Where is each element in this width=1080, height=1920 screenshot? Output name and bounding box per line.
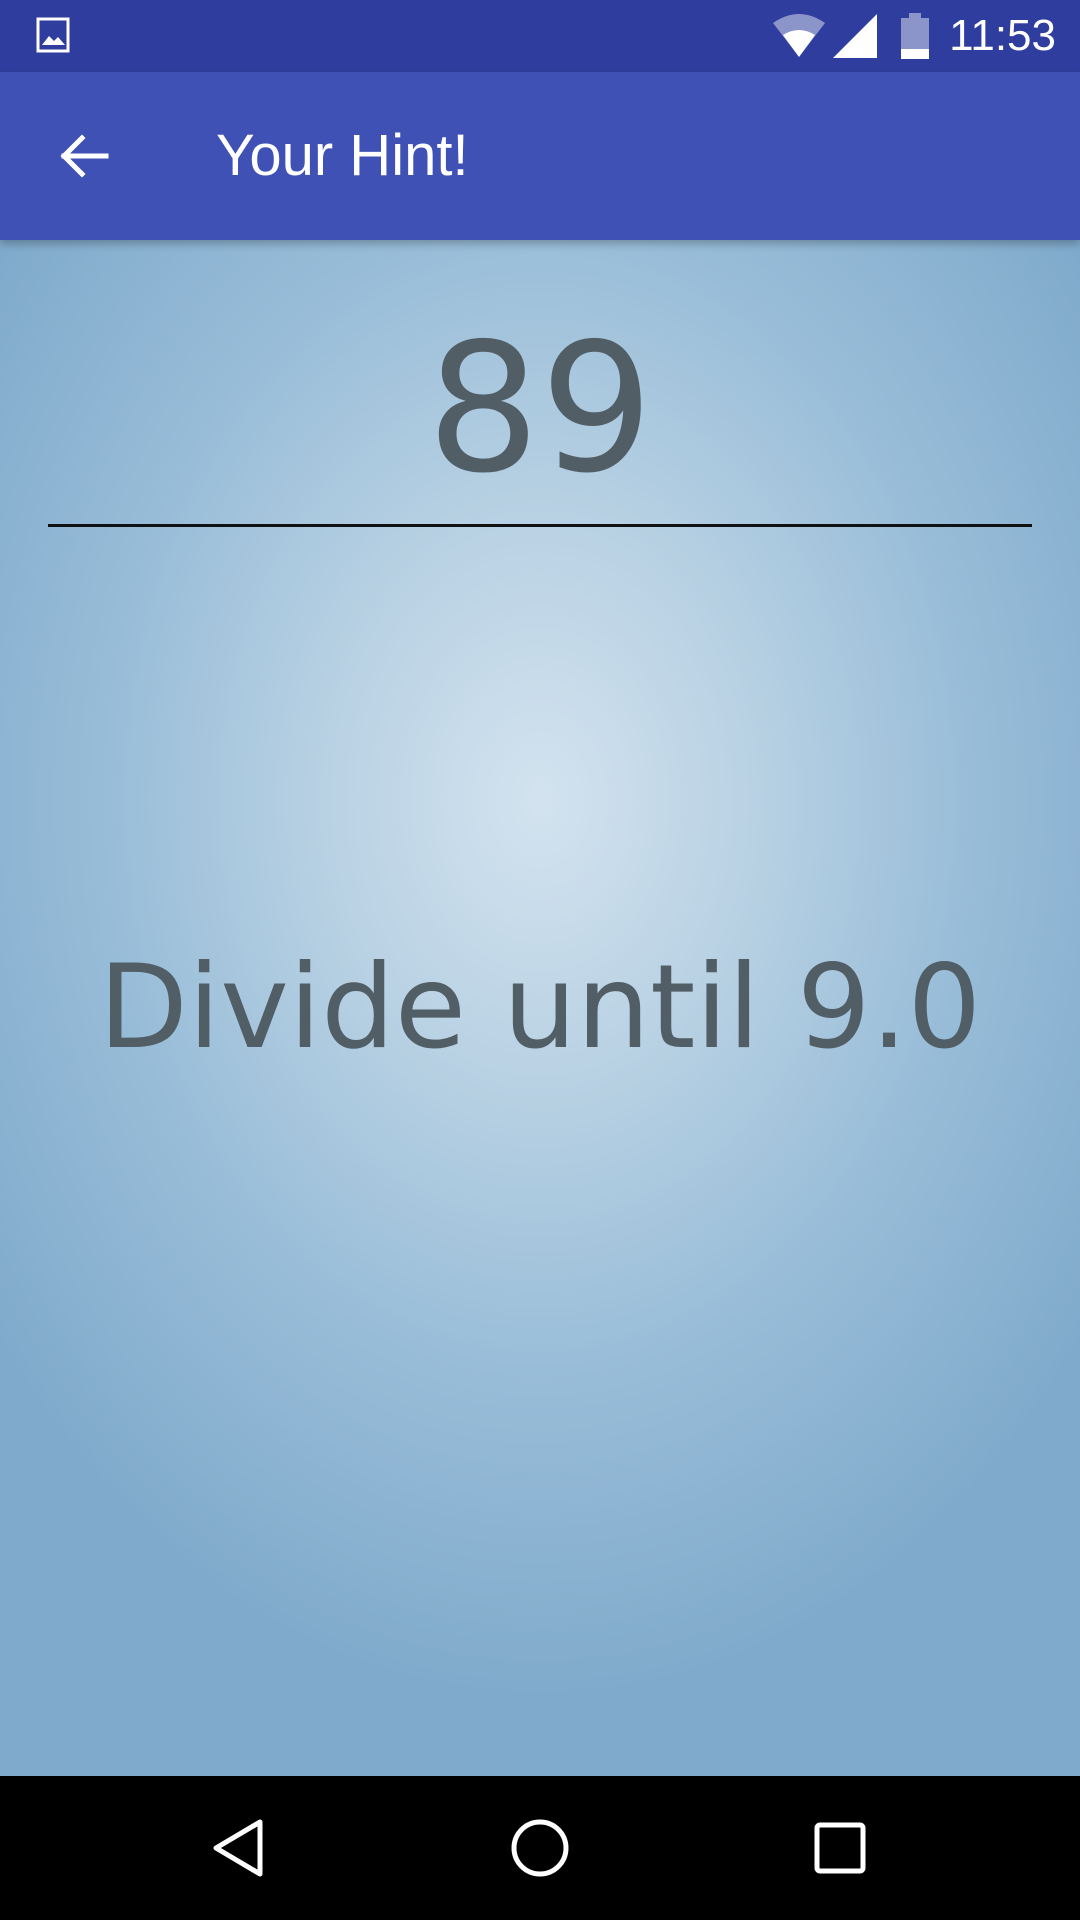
signal-icon xyxy=(833,14,878,58)
nav-back-button[interactable] xyxy=(192,1800,288,1896)
status-bar: 11:53 xyxy=(0,0,1080,72)
hint-text: Divide until 9.0 xyxy=(98,940,982,1075)
battery-icon xyxy=(901,13,930,59)
app-bar: Your Hint! xyxy=(0,72,1080,240)
nav-recents-button[interactable] xyxy=(792,1800,888,1896)
wifi-icon xyxy=(773,14,826,57)
back-triangle-icon xyxy=(213,1819,263,1877)
page-title: Your Hint! xyxy=(216,123,469,188)
status-indicators: 11:53 xyxy=(771,0,1056,72)
status-time: 11:53 xyxy=(949,11,1056,60)
back-button[interactable] xyxy=(40,112,128,200)
home-circle-icon xyxy=(511,1819,569,1877)
recents-square-icon xyxy=(814,1822,866,1874)
arrow-left-icon xyxy=(60,134,109,178)
image-notification-icon xyxy=(36,17,70,53)
divider xyxy=(48,524,1032,527)
number-display: 89 xyxy=(426,305,654,512)
nav-home-button[interactable] xyxy=(492,1800,588,1896)
hint-content: 89 Divide until 9.0 xyxy=(0,240,1080,1776)
navigation-bar xyxy=(0,1776,1080,1920)
